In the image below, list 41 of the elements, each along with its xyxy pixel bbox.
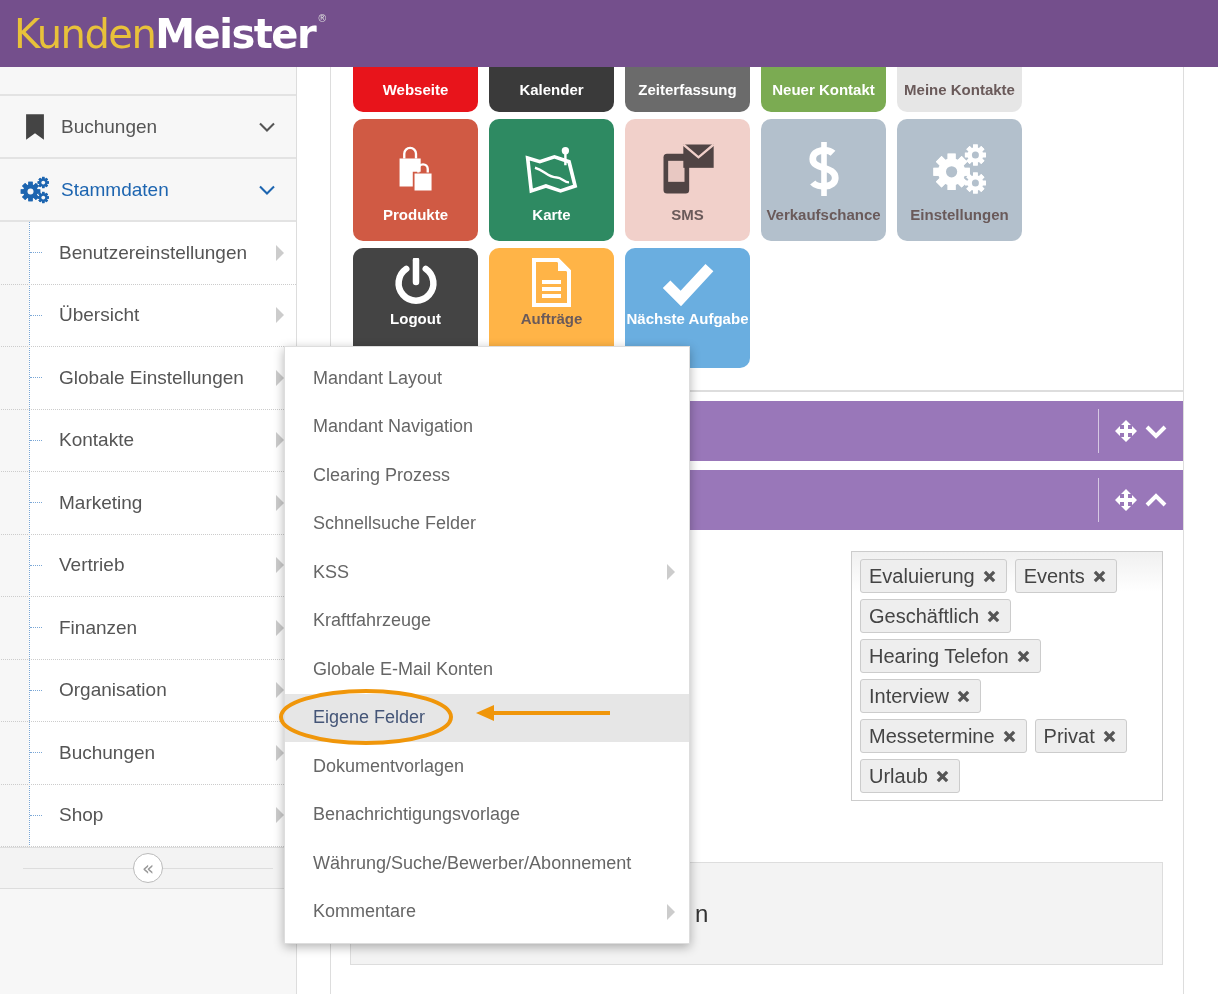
app-tile[interactable]: Kalender xyxy=(489,67,614,112)
logo[interactable]: KundenMeister$^{®}$ xyxy=(14,13,328,54)
tag-chip: Events xyxy=(1014,559,1117,593)
gears-icon xyxy=(20,175,50,204)
chevron-up-icon[interactable] xyxy=(1145,491,1167,509)
tag-chip: Evaluierung xyxy=(860,559,1007,593)
tag-chip: Messetermine xyxy=(860,719,1027,753)
app-tile[interactable]: Einstellungen xyxy=(897,119,1022,241)
app-tile[interactable]: Zeiterfassung xyxy=(625,67,750,112)
app-tile[interactable]: SMS xyxy=(625,119,750,241)
remove-icon[interactable] xyxy=(935,769,949,783)
menu-item[interactable]: Kommentare xyxy=(285,887,689,936)
sidebar-item[interactable]: Benutzereinstellungen xyxy=(1,222,296,285)
remove-icon[interactable] xyxy=(982,569,996,583)
caret-right-icon xyxy=(276,307,284,324)
menu-item[interactable]: Eigene Felder xyxy=(285,693,689,742)
remove-icon[interactable] xyxy=(1002,729,1016,743)
move-icon[interactable] xyxy=(1115,489,1137,511)
caret-right-icon xyxy=(276,244,284,261)
remove-icon[interactable] xyxy=(957,689,971,703)
tag-chip: Urlaub xyxy=(860,759,960,793)
app-tile[interactable]: Webseite xyxy=(353,67,478,112)
tag-field[interactable]: Evaluierung Events Geschäftlich Hearing Telefon Interview Messetermine Privat Urlaub xyxy=(851,551,1163,801)
app-tile[interactable]: Meine Kontakte xyxy=(897,67,1022,112)
app-tile[interactable]: Produkte xyxy=(353,119,478,241)
tag-chip: Interview xyxy=(860,679,982,713)
remove-icon[interactable] xyxy=(987,609,1001,623)
tag-chip: Hearing Telefon xyxy=(860,639,1041,673)
sidebar-item[interactable]: Buchungen xyxy=(0,96,296,159)
tag-chip: Privat xyxy=(1034,719,1127,753)
app-tile[interactable]: Karte xyxy=(489,119,614,241)
gears-icon xyxy=(931,142,988,196)
remove-icon[interactable] xyxy=(1092,569,1106,583)
caret-right-icon xyxy=(667,564,675,581)
remove-icon[interactable] xyxy=(1102,729,1116,743)
move-icon[interactable] xyxy=(1115,420,1137,442)
caret-right-icon xyxy=(667,903,675,920)
app-tile[interactable]: Verkaufschance xyxy=(761,119,886,241)
tag-chip: Geschäftlich xyxy=(860,599,1012,633)
remove-icon[interactable] xyxy=(1016,649,1030,663)
section-title: n xyxy=(695,899,709,928)
